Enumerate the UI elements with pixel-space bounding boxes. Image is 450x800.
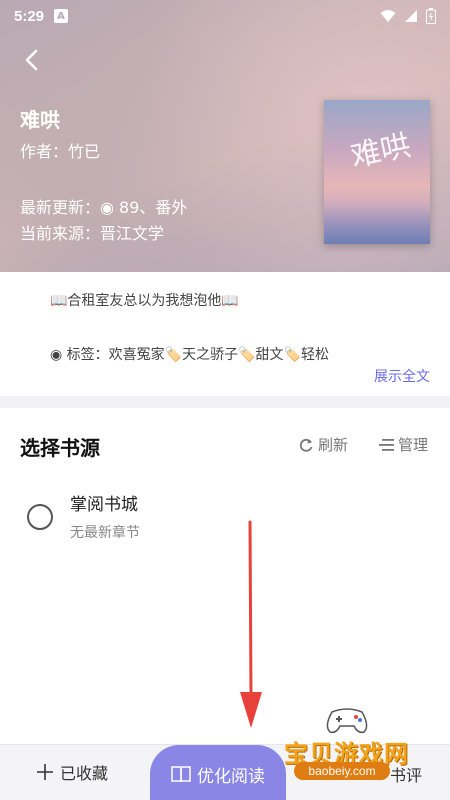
manage-button[interactable]: 管理 [378, 434, 428, 455]
book-author: 作者：竹已 [20, 142, 101, 161]
refresh-icon [299, 438, 313, 452]
latest-update[interactable]: 最新更新：◉ 89、番外 [20, 194, 187, 218]
source-item[interactable]: 掌阅书城 无最新章节 [0, 480, 450, 556]
status-time: 5:29 [14, 7, 45, 25]
collected-button[interactable]: 已收藏 [36, 760, 108, 784]
intro-text: 📖合租室友总以为我想泡他📖 [50, 293, 239, 309]
source-section: 选择书源 刷新 管理 掌阅书城 无最新章节 [0, 408, 450, 744]
chevron-left-icon [25, 49, 38, 71]
back-button[interactable] [16, 44, 48, 76]
tags-text: ◉ 标签：欢喜冤家🏷️天之骄子🏷️甜文🏷️轻松 [50, 347, 329, 363]
book-icon [171, 766, 191, 783]
annotation-arrow [240, 520, 262, 728]
battery-icon [426, 8, 436, 24]
refresh-label: 刷新 [318, 436, 349, 454]
watermark-logo: 宝贝游戏网 baobeiy.com [272, 700, 450, 800]
source-radio[interactable] [27, 504, 53, 530]
section-divider [0, 396, 450, 408]
refresh-button[interactable]: 刷新 [298, 434, 348, 455]
cover-title: 难哄 [347, 128, 414, 175]
watermark-url: baobeiy.com [294, 762, 390, 780]
source-name: 掌阅书城 [70, 495, 138, 515]
section-title: 选择书源 [20, 436, 100, 460]
book-header: 5:29 A 难哄 作者：竹已 最新更新：◉ 89、番外 当前来源：晋江文学 难… [0, 0, 450, 272]
read-label: 优化阅读 [197, 766, 265, 787]
book-title: 难哄 [20, 108, 60, 132]
app-notification-icon: A [54, 9, 69, 23]
menu-lines-icon [379, 438, 394, 451]
manage-label: 管理 [398, 436, 429, 454]
status-bar: 5:29 A [0, 0, 450, 32]
gamepad-icon [326, 708, 368, 734]
wifi-icon [380, 10, 396, 22]
signal-icon [405, 10, 417, 22]
collected-label: 已收藏 [60, 764, 109, 783]
source-latest-chapter: 无最新章节 [70, 525, 140, 541]
plus-icon [37, 764, 53, 780]
optimized-read-button[interactable]: 优化阅读 [150, 745, 286, 800]
book-intro: 📖合租室友总以为我想泡他📖 ◉ 标签：欢喜冤家🏷️天之骄子🏷️甜文🏷️轻松 展示… [0, 272, 450, 396]
current-source: 当前来源：晋江文学 [20, 224, 165, 243]
status-icons [380, 8, 436, 24]
show-all-link[interactable]: 展示全文 [374, 366, 430, 386]
book-cover[interactable]: 难哄 [324, 100, 430, 244]
